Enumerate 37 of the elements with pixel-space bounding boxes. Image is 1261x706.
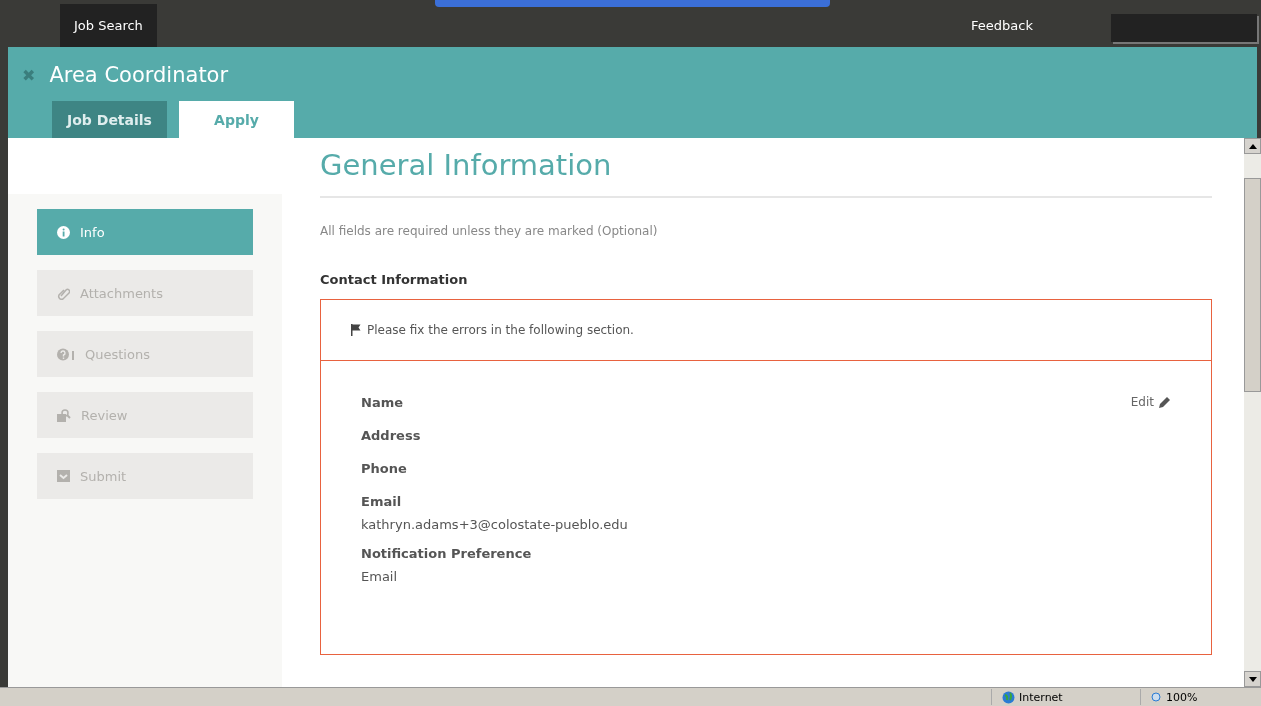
sidebar-item[interactable]: Attachments (37, 270, 253, 316)
nav-link[interactable]: Job Search (60, 4, 157, 47)
down-arrow-icon[interactable] (1248, 676, 1257, 682)
sidebar-item[interactable]: Review (37, 392, 253, 438)
close-icon[interactable]: ✖ (22, 65, 36, 85)
error-message: Please fix the errors in the following section. (367, 323, 634, 337)
field-label: Email (361, 494, 402, 509)
field-label: Name (361, 395, 403, 410)
paperclip-icon (57, 286, 70, 300)
required-note: All fields are required unless they are marked (Optional) (320, 224, 659, 238)
inbox-icon (57, 469, 70, 483)
sidebar-item[interactable]: Info (37, 209, 253, 255)
review-icon (57, 408, 71, 422)
nav-link[interactable]: Feedback (957, 4, 1047, 47)
field-label: Notification Preference (361, 546, 532, 561)
scrollbar[interactable] (1244, 138, 1261, 687)
up-arrow-icon[interactable] (1248, 143, 1257, 149)
page-heading: General Information (320, 148, 1212, 198)
section-heading: Contact Information (320, 272, 469, 287)
field-value: Email (361, 569, 398, 584)
sidebar-item[interactable]: Submit (37, 453, 253, 499)
pencil-icon (1158, 395, 1171, 409)
zoom-control[interactable]: 100% (1140, 689, 1231, 705)
globe-icon (1002, 690, 1015, 704)
field-value: kathryn.adams+3@colostate-pueblo.edu (361, 517, 628, 532)
sidebar-item[interactable]: Questions (37, 331, 253, 377)
magnifier-icon (1151, 691, 1162, 703)
flag-icon (351, 324, 361, 336)
field-label: Address (361, 428, 421, 443)
info-icon (57, 225, 70, 239)
field-label: Phone (361, 461, 407, 476)
zone-indicator: Internet (991, 689, 1132, 705)
question-icon (57, 347, 75, 361)
edit-link[interactable]: Edit (1130, 395, 1171, 409)
job-title: Area Coordinator (49, 63, 229, 87)
tab[interactable]: Apply (179, 101, 294, 138)
tab[interactable]: Job Details (52, 101, 167, 138)
